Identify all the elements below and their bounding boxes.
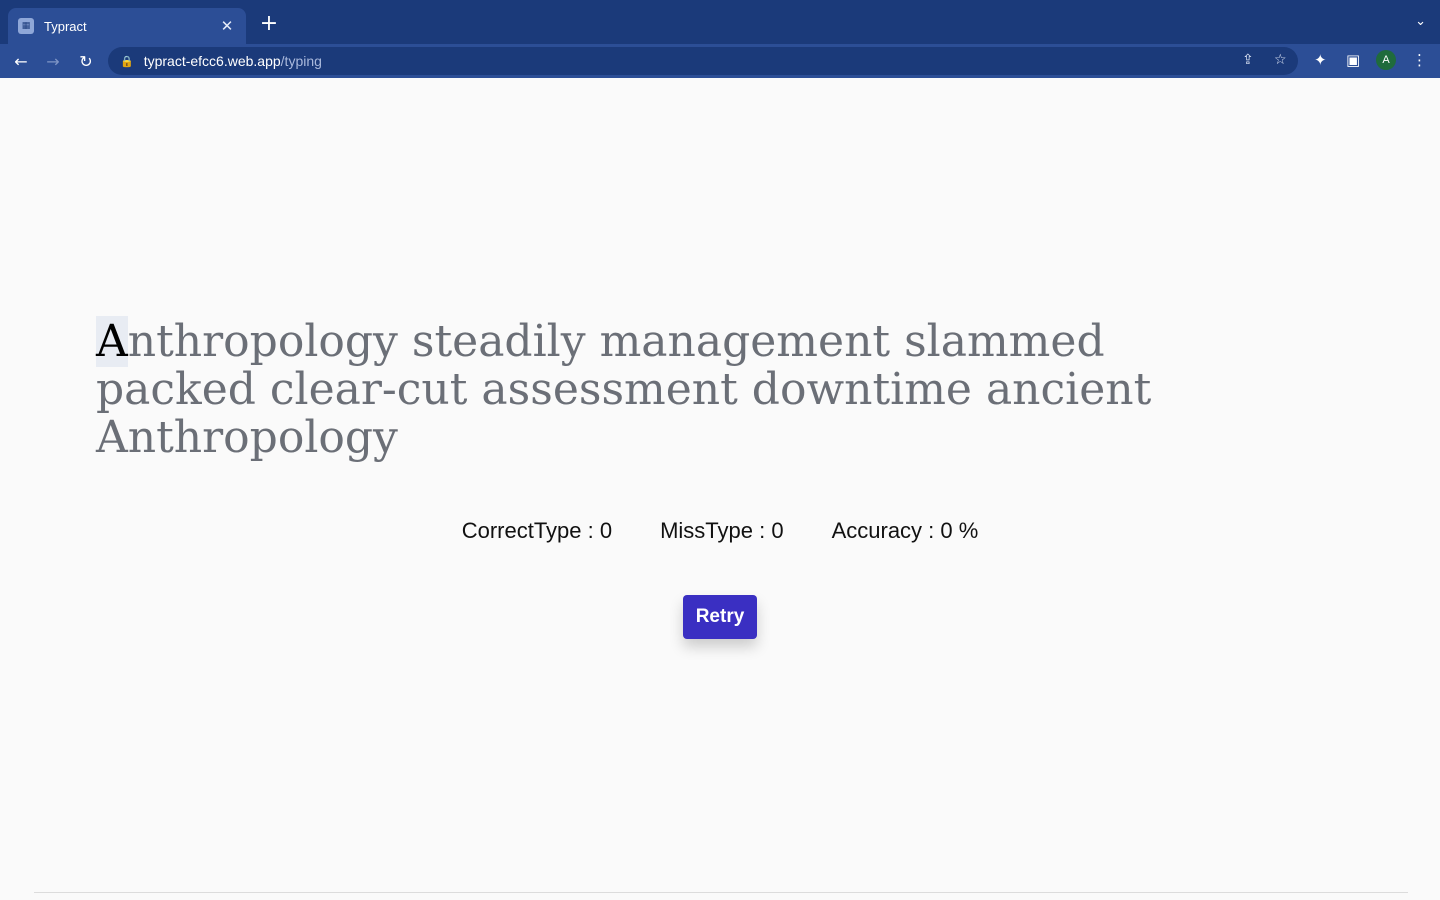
browser-toolbar: ← → ↻ 🔒 typract-efcc6.web.app/typing ⇪ ☆… — [0, 44, 1440, 78]
new-tab-button[interactable]: + — [258, 13, 280, 35]
current-character: A — [96, 316, 128, 367]
close-tab-icon[interactable]: ✕ — [218, 17, 236, 35]
footer-divider — [34, 892, 1408, 893]
page-content: Anthropology steadily management slammed… — [0, 78, 1440, 900]
remaining-text: nthropology steadily management slammed … — [96, 316, 1152, 463]
browser-tab[interactable]: ▦ Typract ✕ — [8, 8, 246, 44]
forward-icon[interactable]: → — [42, 50, 64, 72]
side-panel-icon[interactable]: ▣ — [1346, 51, 1360, 69]
url-host: typract-efcc6.web.app — [143, 53, 281, 69]
browser-menu-icon[interactable]: ⋮ — [1412, 51, 1427, 69]
typing-prompt-text: Anthropology steadily management slammed… — [96, 316, 1256, 463]
profile-avatar[interactable]: A — [1376, 50, 1396, 70]
address-bar[interactable]: 🔒 typract-efcc6.web.app/typing ⇪ ☆ — [108, 47, 1298, 75]
site-favicon-icon: ▦ — [18, 18, 34, 34]
retry-button[interactable]: Retry — [683, 595, 757, 639]
back-icon[interactable]: ← — [10, 50, 32, 72]
lock-icon[interactable]: 🔒 — [120, 55, 134, 68]
miss-type-stat: MissType : 0 — [660, 518, 784, 543]
extensions-icon[interactable]: ✦ — [1314, 51, 1327, 69]
accuracy-stat: Accuracy : 0 % — [831, 518, 979, 543]
reload-icon[interactable]: ↻ — [75, 50, 97, 72]
share-icon[interactable]: ⇪ — [1242, 52, 1254, 68]
url-path: /typing — [280, 53, 322, 69]
bookmark-star-icon[interactable]: ☆ — [1274, 52, 1287, 68]
correct-type-stat: CorrectType : 0 — [461, 518, 613, 543]
browser-tab-strip: ▦ Typract ✕ + ⌄ — [0, 0, 1440, 44]
tab-title: Typract — [44, 18, 87, 34]
typing-stats: CorrectType : 0 MissType : 0 Accuracy : … — [0, 518, 1440, 544]
tab-search-icon[interactable]: ⌄ — [1415, 14, 1426, 29]
